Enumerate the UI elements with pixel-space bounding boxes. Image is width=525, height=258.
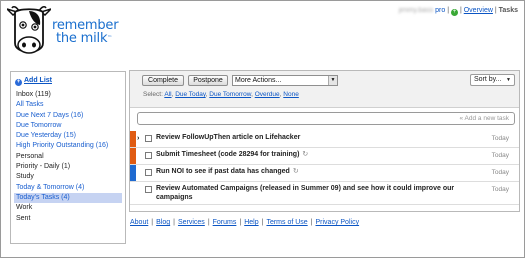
task-title[interactable]: Review FollowUpThen article on Lifehacke… [156,134,476,143]
pro-label[interactable]: pro [435,7,445,14]
username[interactable]: jimmy.bass [399,7,433,14]
separator: | [447,7,450,14]
complete-button[interactable]: Complete [142,75,184,86]
task-panel: Complete Postpone More Actions... ▼ Sort… [129,70,520,212]
lists-sidebar: + Add List Inbox (119) All Tasks Due Next 7… [10,71,126,244]
footer-link[interactable]: Forums [213,219,237,226]
task-list: › Review FollowUpThen article on Lifehack… [130,131,519,205]
task-due-date: Today [491,169,509,176]
priority-bar [130,165,136,181]
logo-trademark: ™ [107,35,113,41]
add-task-placeholder: « Add a new task [459,115,509,122]
list-items: Inbox (119) All Tasks Due Next 7 Days (16)… [11,90,125,224]
task-title[interactable]: Review Automated Campaigns (released in … [156,185,476,202]
sidebar-list-item[interactable]: Priority - Daily (1) [11,162,125,172]
logo-text: remember the milk™ [52,19,119,46]
sidebar-list-item[interactable]: Sent [11,214,125,224]
select-none-link[interactable]: None [283,91,299,98]
separator: | [207,219,210,226]
separator: | [239,219,242,226]
select-due-today-link[interactable]: Due Today [175,91,205,98]
task-checkbox[interactable] [145,169,152,176]
dropdown-arrow-icon: ▼ [328,76,337,85]
separator: | [151,219,154,226]
select-overdue-link[interactable]: Overdue [255,91,280,98]
separator: | [310,219,313,226]
separator: | [173,219,175,226]
sort-by-select[interactable]: Sort by... ▼ [470,74,515,86]
footer-link[interactable]: About [130,219,148,226]
priority-bar [130,148,136,164]
separator: | [459,7,462,14]
task-title[interactable]: Run NOI to see if past data has changed ↻ [156,168,476,177]
sidebar-list-item[interactable]: Personal [11,152,125,162]
current-task-pointer-icon: › [137,135,140,142]
footer-link[interactable]: Privacy Policy [316,219,360,226]
sidebar-list-item[interactable]: Study [11,172,125,182]
task-title[interactable]: Submit Timesheet (code 28294 for trainin… [156,151,476,160]
task-row[interactable]: › Review FollowUpThen article on Lifehack… [130,131,519,148]
add-task-input[interactable]: « Add a new task [137,112,515,125]
select-label: Select: [143,91,163,98]
task-row[interactable]: Submit Timesheet (code 28294 for trainin… [130,148,519,165]
footer-link[interactable]: Terms of Use [266,219,307,226]
repeat-icon: ↻ [302,151,309,158]
sidebar-list-item[interactable]: Due Tomorrow [11,121,125,131]
task-due-date: Today [491,152,509,159]
task-due-date: Today [491,135,509,142]
sidebar-list-item[interactable]: Today's Tasks (4) [14,192,122,204]
cow-icon [7,6,51,54]
tasks-tab-current: Tasks [498,7,518,14]
add-icon[interactable]: + [451,9,458,16]
sidebar-list-item[interactable]: Due Next 7 Days (16) [11,111,125,121]
postpone-button[interactable]: Postpone [188,75,228,86]
select-filter-row: Select: All, Due Today, Due Tomorrow, Ov… [143,91,299,98]
priority-bar [130,131,136,147]
sidebar-list-item[interactable]: Inbox (119) [11,90,125,100]
task-row[interactable]: Run NOI to see if past data has changed ↻… [130,165,519,182]
select-all-link[interactable]: All [164,91,171,98]
sidebar-list-item[interactable]: Today & Tomorrow (4) [11,183,125,193]
priority-bar [130,182,136,204]
task-checkbox[interactable] [145,186,152,193]
task-checkbox[interactable] [145,135,152,142]
sort-by-label: Sort by... [474,76,502,83]
task-title-text: Review FollowUpThen article on Lifehacke… [156,134,301,141]
overview-link[interactable]: Overview [464,7,493,14]
footer-link[interactable]: Services [178,219,205,226]
plus-circle-icon: + [15,79,22,86]
footer-links: About | Blog | Services | Forums | Help | Terms of… [130,219,359,226]
more-actions-select[interactable]: More Actions... ▼ [232,75,338,86]
footer-link[interactable]: Blog [156,219,170,226]
sidebar-list-item[interactable]: Work [11,203,125,213]
logo-line2: the milk [56,31,108,46]
task-row[interactable]: Review Automated Campaigns (released in … [130,182,519,205]
more-actions-label: More Actions... [235,77,282,84]
task-due-date: Today [491,186,509,193]
task-toolbar: Complete Postpone More Actions... ▼ Sort… [130,71,519,108]
select-due-tomorrow-link[interactable]: Due Tomorrow [209,91,251,98]
task-title-text: Run NOI to see if past data has changed [156,168,290,175]
separator: | [261,219,264,226]
rtm-logo[interactable]: remember the milk™ [7,5,127,63]
dropdown-arrow-icon: ▼ [506,77,511,83]
separator: | [494,7,497,14]
top-nav: jimmy.bass pro | + | Overview | Tasks [399,7,518,16]
sidebar-list-item[interactable]: All Tasks [11,100,125,110]
task-title-text: Submit Timesheet (code 28294 for trainin… [156,151,300,158]
task-title-text: Review Automated Campaigns (released in … [156,185,455,201]
sidebar-list-item[interactable]: High Priority Outstanding (16) [11,141,125,151]
add-list-label: Add List [24,77,52,84]
task-checkbox[interactable] [145,152,152,159]
app-window: remember the milk™ jimmy.bass pro | + | … [0,0,525,258]
footer-link[interactable]: Help [244,219,258,226]
add-list-button[interactable]: + Add List [15,77,52,86]
repeat-icon: ↻ [292,168,299,175]
sidebar-list-item[interactable]: Due Yesterday (15) [11,131,125,141]
